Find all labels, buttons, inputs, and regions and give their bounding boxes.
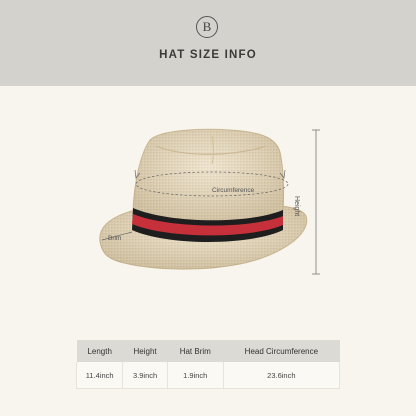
header-height: Height	[122, 340, 168, 362]
brand-logo: B	[196, 16, 218, 38]
size-table: Length Height Hat Brim Head Circumferenc…	[75, 340, 341, 389]
value-length: 11.4inch	[75, 362, 124, 389]
header-length: Length	[76, 340, 123, 362]
height-label: Height	[293, 196, 300, 217]
hat-diagram: Circumference Brim	[0, 86, 416, 326]
hat-illustration	[99, 128, 320, 275]
header-hat-brim: Hat Brim	[167, 340, 224, 362]
header-head-circumference: Head Circumference	[223, 340, 340, 362]
circumference-label: Circumference	[212, 187, 255, 194]
height-guide	[312, 129, 320, 275]
table-row: 11.4inch 3.9inch 1.9inch 23.6inch	[75, 362, 341, 389]
hat-crown	[132, 128, 285, 225]
brim-label: Brim	[108, 235, 122, 242]
table-header-row: Length Height Hat Brim Head Circumferenc…	[76, 340, 340, 362]
value-head-circumference: 23.6inch	[222, 362, 341, 389]
value-hat-brim: 1.9inch	[166, 362, 224, 389]
page-title: HAT SIZE INFO	[159, 49, 257, 61]
value-height: 3.9inch	[122, 362, 168, 389]
header-banner: B HAT SIZE INFO	[0, 0, 416, 86]
